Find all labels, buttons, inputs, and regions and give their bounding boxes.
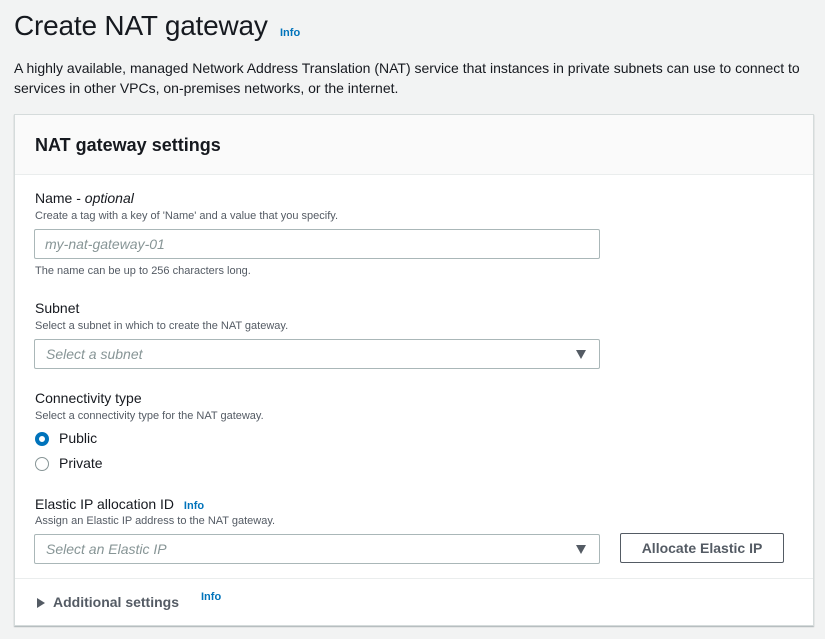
elastic-ip-select[interactable]: Select an Elastic IP [34,534,600,564]
name-input[interactable] [34,229,600,259]
divider [15,578,813,579]
name-label-text: Name - [35,190,85,206]
page-title: Create NAT gateway [14,10,268,41]
connectivity-description: Select a connectivity type for the NAT g… [35,410,264,422]
connectivity-label: Connectivity type [35,390,142,406]
elastic-ip-label: Elastic IP allocation ID Info [35,496,204,512]
name-label-optional: optional [84,190,134,206]
radio-checked-icon[interactable] [35,432,49,446]
elastic-ip-info-link[interactable]: Info [184,500,204,512]
subnet-description: Select a subnet in which to create the N… [35,320,289,332]
additional-settings-label: Additional settings [53,594,179,610]
subnet-select[interactable]: Select a subnet [34,339,600,369]
panel-header: NAT gateway settings [15,115,813,175]
elastic-ip-select-placeholder: Select an Elastic IP [46,541,167,557]
subnet-label: Subnet [35,300,80,316]
caret-down-icon [576,545,586,554]
elastic-ip-label-text: Elastic IP allocation ID [35,496,175,512]
title-info-link[interactable]: Info [280,27,300,39]
elastic-ip-description: Assign an Elastic IP address to the NAT … [35,515,276,527]
subnet-select-placeholder: Select a subnet [46,346,143,362]
radio-private-label: Private [59,455,103,471]
allocate-elastic-ip-button[interactable]: Allocate Elastic IP [620,533,784,563]
panel-title: NAT gateway settings [35,135,221,155]
radio-public-label: Public [59,430,98,446]
caret-right-icon [37,598,45,608]
additional-settings-info-link[interactable]: Info [201,591,221,603]
nat-gateway-settings-panel: NAT gateway settings Name - optional Cre… [14,114,814,626]
caret-down-icon [576,350,586,359]
page-description: A highly available, managed Network Addr… [14,60,800,96]
radio-unchecked-icon[interactable] [35,457,49,471]
name-constraint-text: The name can be up to 256 characters lon… [35,265,251,277]
name-label: Name - optional [35,190,134,206]
name-description: Create a tag with a key of 'Name' and a … [35,210,338,222]
